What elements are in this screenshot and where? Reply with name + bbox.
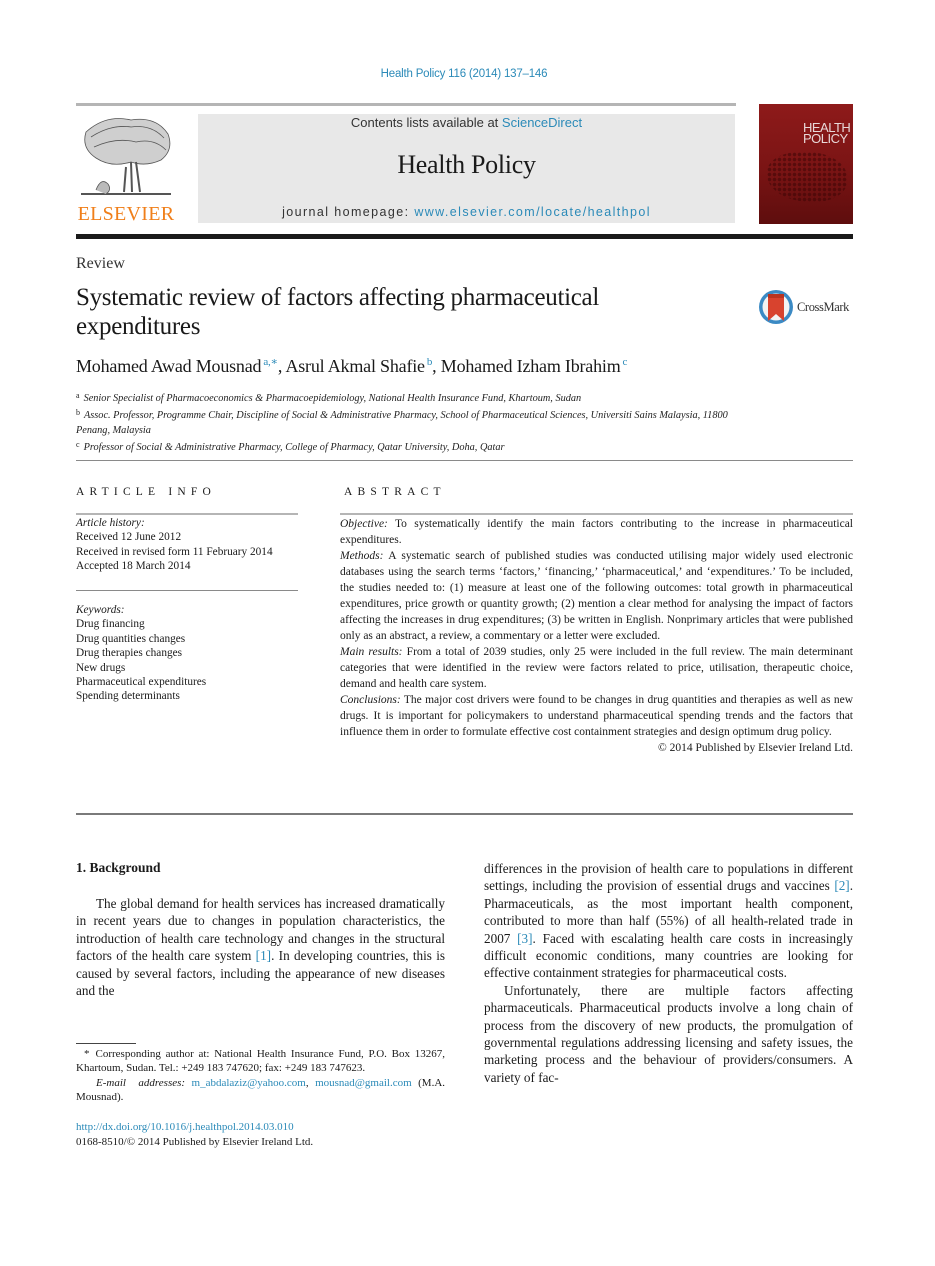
article-title: Systematic review of factors affecting p… (76, 284, 599, 340)
article-info-heading: ARTICLE INFO (76, 486, 216, 498)
history-label: Article history: (76, 517, 145, 529)
history-item: Received in revised form 11 February 201… (76, 545, 273, 558)
tree-icon (81, 118, 171, 195)
body-paragraph: Unfortunately, there are multiple factor… (484, 982, 853, 1085)
crossmark-icon (759, 290, 793, 324)
abstract-methods: Methods: A systematic search of publishe… (340, 550, 853, 642)
abstract-objective: Objective: To systematically identify th… (340, 518, 853, 546)
header-divider (76, 103, 736, 106)
author-name[interactable]: Mohamed Izham Ibrahim (441, 356, 621, 376)
body-column-left: The global demand for health services ha… (76, 895, 445, 999)
corresponding-author-note: * Corresponding author at: National Healt… (76, 1048, 445, 1075)
body-column-right: differences in the provision of health c… (484, 860, 853, 1086)
citation-link[interactable]: [2] (834, 878, 849, 893)
abstract-divider (340, 513, 853, 515)
email-note: E-mail addresses: m_abdalaziz@yahoo.com,… (76, 1076, 446, 1104)
keyword-item: Drug quantities changes (76, 632, 186, 645)
affiliation-marker[interactable]: a,∗ (263, 356, 278, 368)
journal-cover[interactable]: HEALTH POLICY (759, 104, 853, 224)
email-link[interactable]: mousnad@gmail.com (315, 1077, 412, 1089)
abstract-heading: ABSTRACT (344, 486, 446, 498)
world-map-icon (767, 152, 847, 202)
journal-masthead: Contents lists available at ScienceDirec… (198, 114, 735, 223)
cover-title: HEALTH POLICY (803, 121, 851, 146)
abstract-conclusions: Conclusions: The major cost drivers were… (340, 694, 853, 738)
keywords: Keywords: Drug financing Drug quantities… (76, 603, 301, 704)
article-type: Review (76, 255, 125, 272)
keyword-item: Drug financing (76, 618, 145, 631)
body-paragraph: The global demand for health services ha… (76, 896, 445, 999)
homepage-link[interactable]: www.elsevier.com/locate/healthpol (414, 205, 651, 219)
corresponding-author-footnote: * Corresponding author at: National Healt… (76, 1047, 445, 1105)
keyword-item: New drugs (76, 661, 126, 674)
keywords-label: Keywords: (76, 604, 125, 616)
article-history: Article history: Received 12 June 2012 R… (76, 516, 301, 574)
sciencedirect-link[interactable]: ScienceDirect (502, 115, 582, 130)
affiliations: a Senior Specialist of Pharmacoeconomics … (76, 389, 756, 455)
keyword-item: Spending determinants (76, 690, 180, 703)
cover-title-line2: POLICY (803, 131, 848, 146)
elsevier-logo[interactable]: ELSEVIER (76, 112, 176, 226)
article-info-divider (76, 513, 298, 515)
affiliation-item: a Senior Specialist of Pharmacoeconomics … (76, 391, 582, 404)
doi-block: http://dx.doi.org/10.1016/j.healthpol.20… (76, 1120, 313, 1150)
contents-prefix: Contents lists available at (350, 115, 502, 130)
author-name[interactable]: Mohamed Awad Mousnad (76, 356, 262, 376)
abstract-copyright: © 2014 Published by Elsevier Ireland Ltd… (658, 742, 853, 754)
homepage-line: journal homepage: www.elsevier.com/locat… (198, 205, 735, 219)
keyword-item: Drug therapies changes (76, 647, 183, 660)
issn-line: 0168-8510/© 2014 Published by Elsevier I… (76, 1136, 314, 1148)
doi-link[interactable]: http://dx.doi.org/10.1016/j.healthpol.20… (76, 1120, 313, 1135)
keyword-item: Pharmaceutical expenditures (76, 676, 207, 689)
abstract-results: Main results: From a total of 2039 studi… (340, 646, 853, 690)
crossmark-button[interactable]: CrossMark (757, 288, 857, 326)
abstract-body: Objective: To systematically identify th… (340, 516, 853, 756)
affiliations-divider (76, 460, 853, 461)
footnote-divider (76, 1043, 136, 1044)
masthead-rule (76, 234, 853, 239)
author-name[interactable]: Asrul Akmal Shafie (285, 356, 425, 376)
journal-citation-link[interactable]: Health Policy 116 (2014) 137–146 (0, 68, 928, 80)
crossmark-label: CrossMark (797, 300, 849, 314)
affiliation-marker[interactable]: c (623, 356, 628, 368)
section-heading-background: 1. Background (76, 860, 161, 875)
abstract-end-divider (76, 813, 853, 815)
history-item: Received 12 June 2012 (76, 531, 182, 544)
email-link[interactable]: m_abdalaziz@yahoo.com (192, 1077, 306, 1089)
homepage-prefix: journal homepage: (282, 205, 415, 219)
history-item: Accepted 18 March 2014 (76, 560, 191, 573)
keywords-divider (76, 590, 298, 591)
journal-title: Health Policy (397, 150, 536, 179)
author-list: Mohamed Awad Mousnad a,∗, Asrul Akmal Sha… (76, 356, 628, 376)
affiliation-item: b Assoc. Professor, Programme Chair, Disc… (76, 408, 728, 436)
contents-line: Contents lists available at ScienceDirec… (198, 115, 735, 130)
citation-link[interactable]: [1] (256, 948, 271, 963)
body-paragraph: differences in the provision of health c… (484, 861, 853, 981)
citation-link[interactable]: [3] (517, 931, 532, 946)
publisher-name: ELSEVIER (77, 203, 175, 225)
affiliation-item: c Professor of Social & Administrative Ph… (76, 439, 505, 453)
